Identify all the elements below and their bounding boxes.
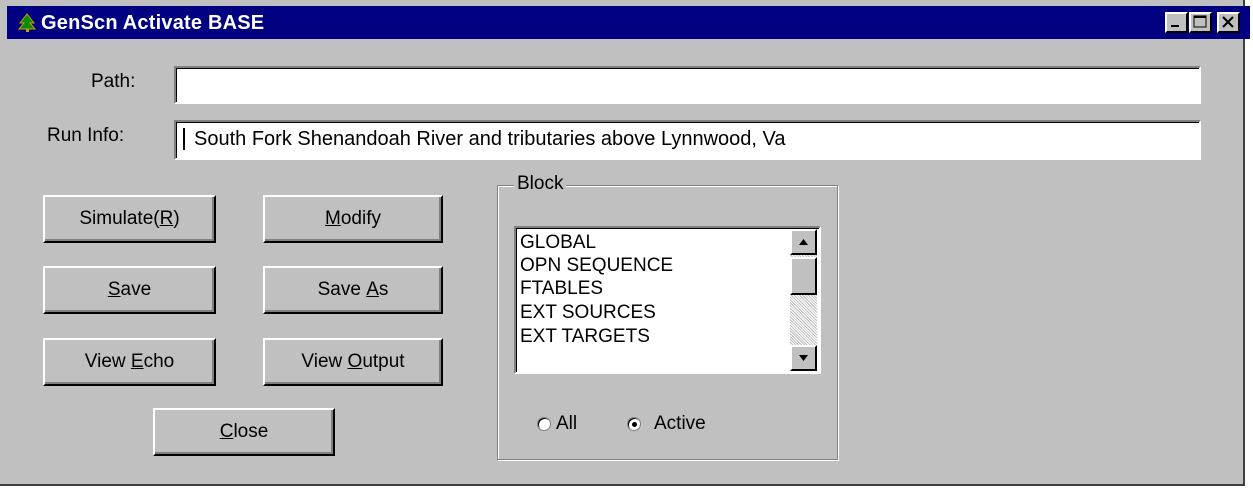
save-as-button[interactable]: Save As [263,266,443,314]
simulate-label-pre: Simulate( [79,208,160,229]
view-echo-accel: E [130,351,144,372]
run-info-field[interactable]: South Fork Shenandoah River and tributar… [174,120,1201,160]
block-listbox[interactable]: GLOBAL OPN SEQUENCE FTABLES EXT SOURCES … [514,226,821,374]
close-label-post: lose [233,421,269,442]
close-button[interactable]: Close [153,408,335,456]
minimize-icon [1171,25,1179,27]
down-arrow-icon [799,355,808,361]
block-legend: Block [514,173,567,195]
radio-all[interactable] [537,417,551,431]
maximize-icon [1193,15,1207,28]
view-echo-button[interactable]: View Echo [43,338,216,386]
scroll-up-button[interactable] [790,229,817,255]
radio-all-label[interactable]: All [556,413,577,435]
genscn-activate-window: GenScn Activate BASE Path: Run Info: Sou… [0,0,1250,486]
minimize-button[interactable] [1165,12,1188,33]
list-item[interactable]: OPN SEQUENCE [520,254,673,278]
save-label-post: ave [120,279,152,300]
save-button[interactable]: Save [43,266,216,314]
view-output-accel: O [347,351,363,372]
save-accel: S [107,279,121,300]
save-as-label-post: s [378,279,389,300]
simulate-button[interactable]: Simulate(R) [43,195,216,243]
up-arrow-icon [799,239,808,245]
close-icon [1222,16,1234,28]
simulate-accel: R [159,208,174,229]
list-item[interactable]: GLOBAL [520,231,596,255]
radio-active[interactable] [627,417,641,431]
close-accel: C [219,421,234,442]
view-echo-label-pre: View [84,351,131,372]
view-output-label-post: utput [362,351,405,372]
window-title: GenScn Activate BASE [41,12,265,34]
view-echo-label-post: cho [143,351,175,372]
radio-active-label[interactable]: Active [654,413,706,435]
modify-button[interactable]: Modify [263,195,443,243]
view-output-button[interactable]: View Output [263,338,443,386]
text-caret [183,128,185,150]
list-item[interactable]: EXT TARGETS [520,325,650,349]
maximize-button[interactable] [1189,12,1212,33]
list-item[interactable]: EXT SOURCES [520,301,656,325]
modify-accel: M [325,208,341,229]
close-window-button[interactable] [1217,12,1240,33]
list-item[interactable]: FTABLES [520,277,603,301]
vertical-scrollbar[interactable] [790,229,817,371]
save-as-label-pre: Save [317,279,367,300]
view-output-label-pre: View [301,351,348,372]
scroll-down-button[interactable] [790,345,817,371]
path-label: Path: [91,71,136,92]
scroll-thumb[interactable] [790,257,817,295]
title-bar[interactable]: GenScn Activate BASE [7,6,1250,39]
save-as-accel: A [366,279,379,300]
tree-app-icon [17,13,37,33]
run-info-value: South Fork Shenandoah River and tributar… [194,128,786,150]
simulate-label-post: ) [173,208,180,229]
modify-label-post: odify [340,208,381,229]
path-field[interactable] [174,66,1201,104]
run-info-label: Run Info: [47,125,125,146]
